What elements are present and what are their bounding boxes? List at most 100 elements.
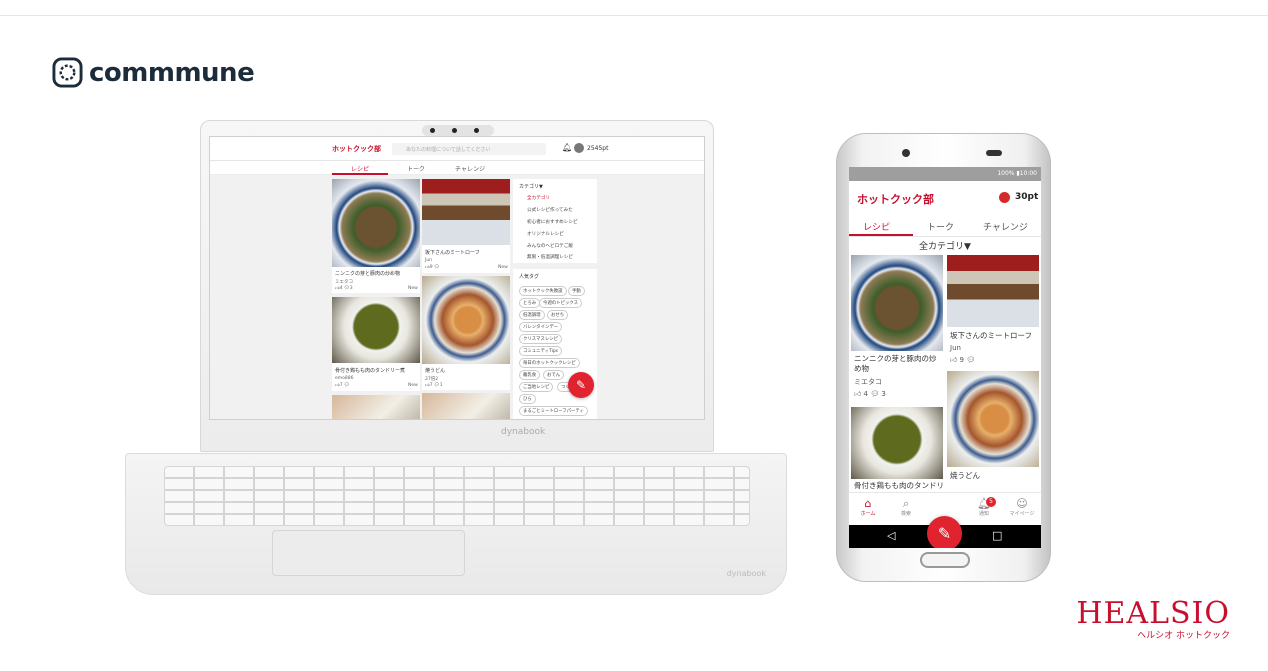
bell-icon: 🔔︎ bbox=[977, 497, 991, 510]
recipe-photo bbox=[422, 393, 510, 419]
active-tab-indicator bbox=[849, 234, 913, 236]
recipe-title: 焼うどん bbox=[950, 471, 980, 480]
recipe-card[interactable]: 骨付き鶏もも肉のタンドリー煮 emo886 👍︎7 💬︎ New bbox=[332, 297, 420, 391]
recipe-card[interactable]: 坂下さんのミートローフ Jun 👍︎9 💬︎ New bbox=[422, 179, 510, 273]
tag-chip[interactable]: 離乳食 bbox=[519, 370, 541, 380]
category-item[interactable]: オリジナルレシピ bbox=[527, 231, 564, 237]
recipe-card[interactable]: 坂下さんのミートローフ Jun 👍︎ 9 💬︎ bbox=[947, 255, 1039, 367]
tab-bar: レシピ トーク チャレンジ bbox=[849, 215, 1041, 237]
bell-icon[interactable]: 🔔︎ bbox=[562, 143, 572, 152]
tag-chip[interactable]: 手動 bbox=[568, 286, 585, 296]
recipe-stats: 👍︎9 💬︎ bbox=[425, 265, 440, 270]
notification-badge: 5 bbox=[986, 497, 996, 507]
tab-recipe[interactable]: レシピ bbox=[351, 164, 369, 173]
tab-talk[interactable]: トーク bbox=[407, 164, 425, 173]
nav-notifications[interactable]: 🔔︎ 5 通知 bbox=[965, 497, 1003, 517]
phone-mockup: 100% ▮10:00 ホットクック部 30pt レシピ トーク チャレンジ 全… bbox=[836, 133, 1051, 582]
laptop-brand-label: dynabook bbox=[501, 427, 546, 437]
tab-bar: レシピ トーク チャレンジ bbox=[210, 161, 704, 175]
nav-search[interactable]: ⌕ 検索 bbox=[887, 497, 925, 517]
front-camera bbox=[902, 149, 910, 157]
back-icon[interactable]: ◁ bbox=[887, 529, 895, 542]
recipe-card[interactable]: ニンニクの芽と豚肉の炒め物 ミエタコ 👍︎ 4 💬︎ 3 bbox=[851, 255, 943, 403]
recipe-photo bbox=[332, 297, 420, 363]
tag-chip[interactable]: おでん bbox=[543, 370, 565, 380]
recipe-author: emo886 bbox=[335, 376, 354, 381]
new-badge: New bbox=[498, 265, 508, 270]
pencil-icon: ✎ bbox=[575, 378, 587, 392]
category-item[interactable]: 初心者におすすめレシピ bbox=[527, 219, 578, 225]
tab-recipe[interactable]: レシピ bbox=[863, 220, 890, 233]
recipe-card[interactable]: ニンニクの芽と豚肉の炒め物 ミエタコ 👍︎4 💬︎3 New bbox=[332, 179, 420, 293]
recipe-author: ミエタコ bbox=[854, 378, 882, 386]
tag-chip[interactable]: ご当地レシピ bbox=[519, 382, 554, 392]
user-icon[interactable] bbox=[999, 192, 1010, 203]
recipe-stats: 👍︎4 💬︎3 bbox=[335, 286, 353, 291]
recipe-photo bbox=[947, 371, 1039, 467]
category-item[interactable]: 公式レシピ作ってみた bbox=[527, 207, 573, 213]
category-item[interactable]: みんなのヘビロテご飯 bbox=[527, 243, 573, 249]
category-panel-title: カテゴリ▼ bbox=[519, 184, 543, 190]
recipe-photo bbox=[332, 179, 420, 267]
recipe-photo bbox=[332, 395, 420, 419]
recipe-photo bbox=[422, 276, 510, 364]
tag-chip[interactable]: バレンタインデー bbox=[519, 322, 563, 332]
app-logo[interactable]: ホットクック部 bbox=[332, 144, 381, 154]
laptop-screen: ホットクック部 ⌕ あなたの料理について話してください 🔔︎ 2545pt レシ… bbox=[209, 136, 705, 420]
recipe-stats: 👍︎ 4 💬︎ 3 bbox=[854, 390, 886, 398]
recipe-author: Jun bbox=[950, 344, 961, 352]
tag-chip[interactable]: とろみ bbox=[519, 298, 541, 308]
nav-mypage[interactable]: ☺ マイページ bbox=[1003, 497, 1041, 517]
recipe-stats: 👍︎ 9 💬︎ bbox=[950, 356, 976, 364]
recipe-title: ニンニクの芽と豚肉の炒め物 bbox=[854, 354, 937, 373]
tag-chip[interactable]: 低温調理 bbox=[519, 310, 545, 320]
home-icon: ⌂ bbox=[864, 497, 872, 510]
tab-challenge[interactable]: チャレンジ bbox=[983, 220, 1028, 233]
tags-panel-title: 人気タグ bbox=[519, 274, 540, 280]
tag-chip[interactable]: 今週のトピックス bbox=[539, 298, 582, 308]
healsio-name: HEALSIO bbox=[1076, 596, 1230, 631]
hardware-home-button bbox=[920, 552, 970, 568]
brand-name: commmune bbox=[89, 57, 255, 88]
tab-talk[interactable]: トーク bbox=[927, 220, 954, 233]
commmune-logo-icon bbox=[52, 57, 83, 88]
compose-button[interactable]: ✎ bbox=[927, 516, 962, 548]
app-header: ホットクック部 ⌕ あなたの料理について話してください 🔔︎ 2545pt bbox=[210, 137, 704, 161]
app-logo[interactable]: ホットクック部 bbox=[857, 191, 934, 207]
recipe-title: 骨付き鶏もも肉のタンドリー bbox=[854, 481, 943, 490]
tag-chip[interactable]: 毎日のホットクックレシピ bbox=[519, 358, 580, 368]
recipe-photo bbox=[422, 179, 510, 245]
avatar[interactable] bbox=[574, 143, 584, 153]
points-label: 30pt bbox=[1015, 192, 1039, 202]
tag-chip[interactable]: まるごとミートローフパーティ bbox=[519, 406, 588, 416]
recipe-card[interactable]: 骨付き鶏もも肉のタンドリー bbox=[851, 407, 943, 492]
recipe-photo bbox=[947, 255, 1039, 327]
compose-button[interactable]: ✎ bbox=[568, 372, 594, 398]
pencil-icon: ✎ bbox=[937, 524, 952, 543]
category-item[interactable]: 全カテゴリ bbox=[527, 195, 550, 201]
tag-chip[interactable]: コミュニティTips bbox=[519, 346, 562, 356]
tag-chip[interactable]: おせち bbox=[547, 310, 569, 320]
recipe-photo bbox=[851, 255, 943, 351]
points-label: 2545pt bbox=[587, 145, 609, 152]
nav-home[interactable]: ⌂ ホーム bbox=[849, 497, 887, 517]
recipe-card[interactable] bbox=[332, 395, 420, 419]
recipe-card[interactable]: 焼うどん 27倍2 👍︎7 💬︎1 bbox=[422, 276, 510, 390]
tag-chip[interactable]: ホットクック失敗談 bbox=[519, 286, 567, 296]
recipe-photo bbox=[851, 407, 943, 479]
recents-icon[interactable]: □ bbox=[992, 529, 1002, 542]
category-dropdown[interactable]: 全カテゴリ▼ bbox=[849, 239, 1041, 252]
recipe-card[interactable]: 焼うどん bbox=[947, 371, 1039, 492]
tag-chip[interactable]: ひら bbox=[519, 394, 536, 404]
tab-challenge[interactable]: チャレンジ bbox=[455, 164, 485, 173]
laptop-camera-bar bbox=[422, 125, 494, 136]
recipe-stats: 👍︎7 💬︎ bbox=[335, 383, 350, 388]
recipe-author: ミエタコ bbox=[335, 280, 353, 285]
recipe-card[interactable] bbox=[422, 393, 510, 419]
app-bar: ホットクック部 30pt bbox=[849, 181, 1041, 215]
recipe-title: 坂下さんのミートローフ bbox=[950, 331, 1033, 340]
search-input[interactable]: あなたの料理について話してください bbox=[392, 143, 546, 155]
tag-chip[interactable]: クリスマスレシピ bbox=[519, 334, 562, 344]
category-item[interactable]: 無限・低温調理レシピ bbox=[527, 254, 573, 260]
recipe-title: 骨付き鶏もも肉のタンドリー煮 bbox=[335, 368, 406, 374]
